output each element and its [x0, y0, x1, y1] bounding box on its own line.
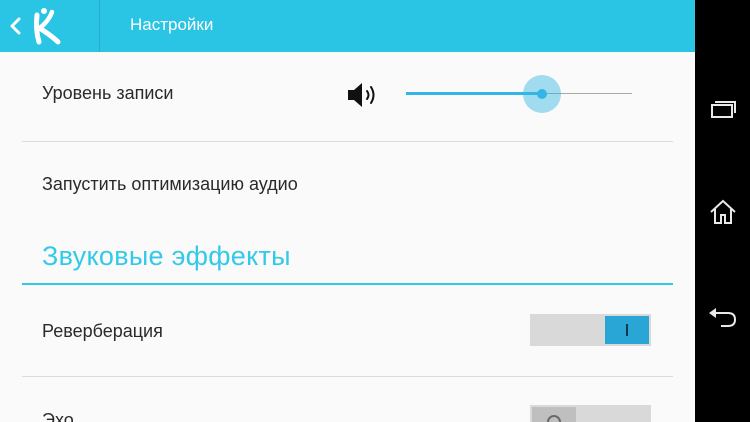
recent-apps-icon: [710, 100, 736, 118]
back-button[interactable]: [704, 299, 741, 336]
back-icon: [708, 307, 736, 327]
echo-label: Эхо: [42, 410, 74, 422]
section-underline: [22, 283, 673, 285]
home-icon: [709, 199, 736, 224]
action-bar-divider: [99, 0, 100, 52]
up-button[interactable]: [0, 0, 99, 52]
recent-apps-button[interactable]: [704, 90, 741, 127]
reverb-toggle[interactable]: [530, 314, 651, 346]
record-level-slider[interactable]: [406, 74, 632, 114]
optimize-audio-row[interactable]: Запустить оптимизацию аудио: [22, 142, 673, 227]
toggle-on-mark-icon: [626, 324, 628, 336]
reverb-label: Реверберация: [42, 321, 163, 341]
slider-thumb[interactable]: [537, 89, 547, 99]
optimize-audio-label: Запустить оптимизацию аудио: [42, 174, 298, 194]
speaker-icon: [348, 83, 375, 107]
slider-fill: [406, 92, 542, 95]
toggle-off-mark-icon: [547, 415, 561, 422]
section-title-sound-effects: Звуковые эффекты: [42, 241, 291, 271]
chevron-left-icon: [10, 17, 21, 35]
action-bar: Настройки: [0, 0, 695, 52]
echo-toggle[interactable]: [530, 405, 651, 422]
page-title: Настройки: [130, 15, 214, 34]
navigation-bar: [695, 0, 750, 422]
toggle-knob: [605, 316, 649, 344]
settings-screen: Настройки Уровень записи Запустить оптим…: [0, 0, 695, 422]
app-logo-icon: [33, 8, 61, 45]
record-level-label: Уровень записи: [42, 83, 174, 103]
toggle-knob: [532, 407, 576, 422]
home-button[interactable]: [704, 193, 741, 230]
